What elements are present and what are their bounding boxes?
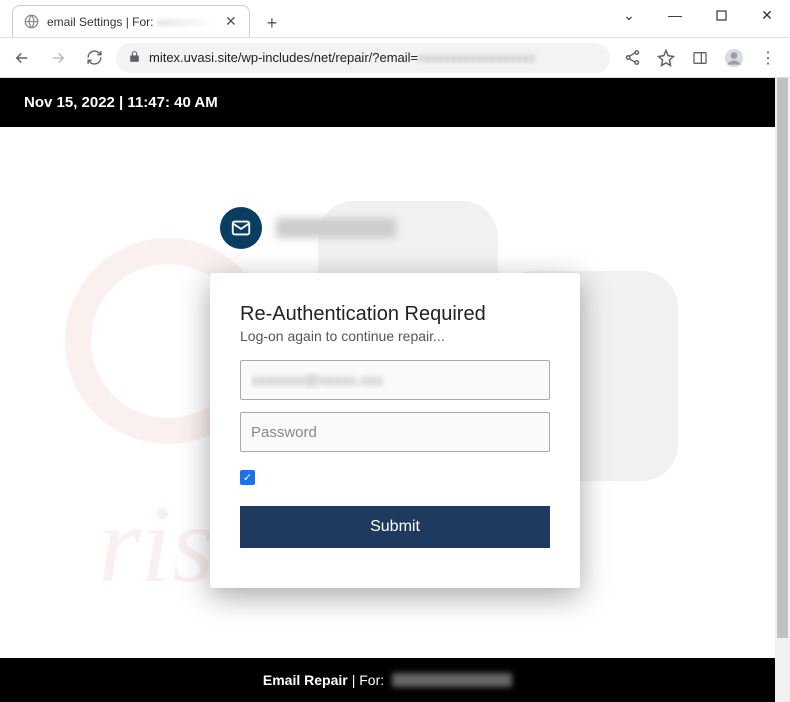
remember-checkbox-row: ✓ [240, 468, 550, 486]
scrollbar-thumb[interactable] [777, 78, 788, 638]
footer-label-rest: | For: [352, 672, 384, 688]
profile-icon[interactable] [720, 44, 748, 72]
mail-header-row [220, 207, 775, 249]
mail-icon [220, 207, 262, 249]
minimize-button[interactable]: — [652, 0, 698, 30]
chevron-down-icon[interactable]: ⌄ [606, 0, 652, 30]
page-content: risk .com Nov 15, 2022 | 11:47: 40 AM Re… [0, 78, 775, 702]
page-footer: Email Repair | For: [0, 658, 775, 702]
footer-address-obscured [392, 673, 512, 687]
menu-icon[interactable]: ⋮ [754, 44, 782, 72]
password-field[interactable] [240, 412, 550, 452]
browser-viewport: risk .com Nov 15, 2022 | 11:47: 40 AM Re… [0, 78, 790, 702]
vertical-scrollbar[interactable] [775, 78, 790, 702]
forward-button[interactable] [44, 44, 72, 72]
close-window-button[interactable]: ✕ [744, 0, 790, 30]
globe-icon [23, 14, 39, 30]
mail-address-obscured [276, 218, 396, 238]
window-controls: ⌄ — ✕ [606, 0, 790, 30]
share-icon[interactable] [618, 44, 646, 72]
lock-icon [128, 50, 141, 66]
browser-toolbar: mitex.uvasi.site/wp-includes/net/repair/… [0, 38, 790, 78]
maximize-button[interactable] [698, 0, 744, 30]
browser-tab[interactable]: email Settings | For: xxxxxxxxxx ✕ [12, 5, 250, 37]
side-panel-icon[interactable] [686, 44, 714, 72]
email-field[interactable] [240, 360, 550, 400]
auth-dialog: Re-Authentication Required Log-on again … [210, 273, 580, 588]
new-tab-button[interactable]: + [258, 9, 286, 37]
checkbox[interactable]: ✓ [240, 470, 255, 485]
dialog-subtitle: Log-on again to continue repair... [240, 328, 550, 344]
date-bar: Nov 15, 2022 | 11:47: 40 AM [0, 78, 775, 127]
tab-title: email Settings | For: xxxxxxxxxx [47, 15, 217, 29]
submit-button[interactable]: Submit [240, 506, 550, 548]
address-bar[interactable]: mitex.uvasi.site/wp-includes/net/repair/… [116, 43, 610, 73]
reload-button[interactable] [80, 44, 108, 72]
footer-label-bold: Email Repair [263, 672, 348, 688]
close-tab-icon[interactable]: ✕ [223, 14, 239, 30]
dialog-title: Re-Authentication Required [240, 303, 550, 326]
url-text: mitex.uvasi.site/wp-includes/net/repair/… [149, 50, 598, 65]
star-icon[interactable] [652, 44, 680, 72]
back-button[interactable] [8, 44, 36, 72]
window-titlebar: email Settings | For: xxxxxxxxxx ✕ + ⌄ —… [0, 0, 790, 38]
